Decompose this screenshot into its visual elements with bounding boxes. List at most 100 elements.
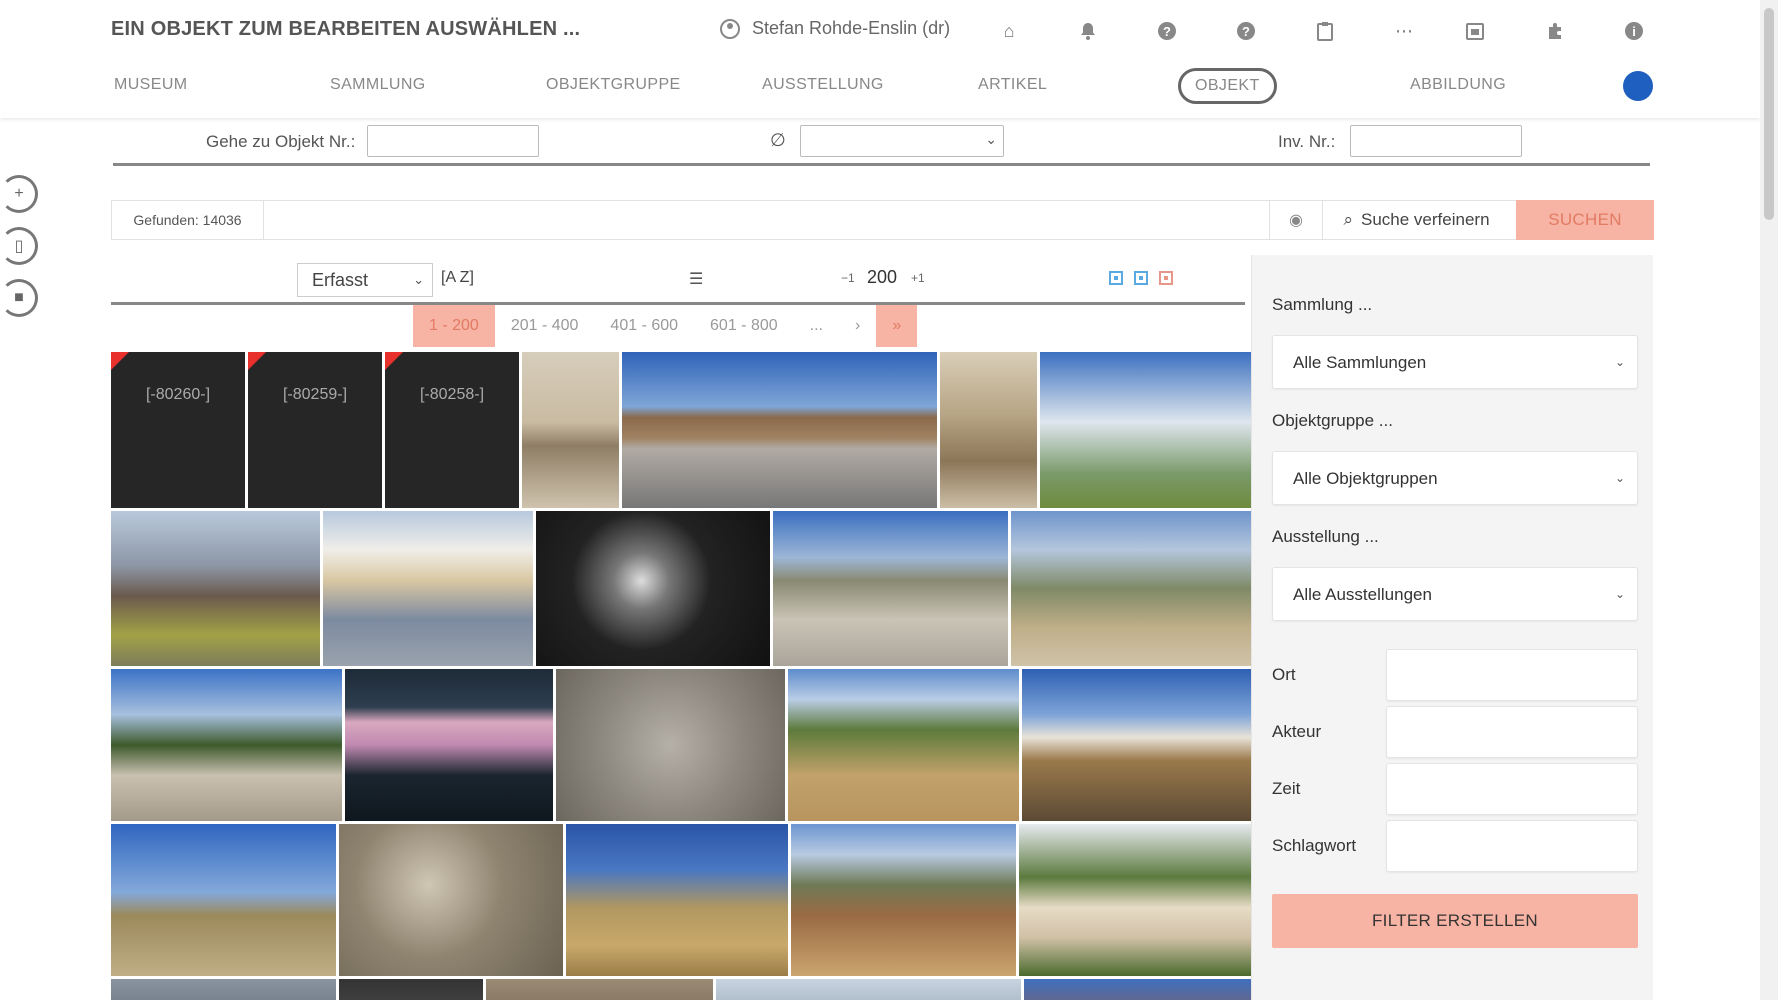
- page-next[interactable]: »: [876, 305, 918, 347]
- thumbnail-image[interactable]: [111, 824, 336, 976]
- thumbnail-image[interactable]: [536, 511, 770, 666]
- thumbnail-id: [-80260-]: [145, 386, 211, 403]
- puzzle-icon[interactable]: [1545, 20, 1567, 42]
- inv-number-input[interactable]: [1350, 125, 1522, 157]
- search-button[interactable]: SUCHEN: [1516, 200, 1654, 240]
- thumbnail-image[interactable]: [1040, 352, 1251, 508]
- thumbnail-missing[interactable]: [-80259-]: [248, 352, 382, 508]
- page-scrollbar[interactable]: [1760, 0, 1778, 1000]
- time-label: Zeit: [1272, 779, 1301, 798]
- group-select[interactable]: Alle Objektgruppen ⌄: [1272, 451, 1638, 505]
- thumbnail-image[interactable]: [486, 979, 713, 1000]
- goto-label: Gehe zu Objekt Nr.:: [206, 132, 356, 151]
- user-menu[interactable]: Stefan Rohde-Enslin (dr): [720, 18, 950, 39]
- chevron-down-icon: ⌄: [1614, 471, 1625, 485]
- thumbnail-image[interactable]: [791, 824, 1016, 976]
- place-input[interactable]: [1386, 649, 1638, 701]
- thumbnail-image[interactable]: [111, 511, 320, 666]
- page-1[interactable]: 1 - 200: [413, 305, 495, 347]
- thumbnail-image[interactable]: [111, 979, 336, 1000]
- thumbnail-image[interactable]: [566, 824, 788, 976]
- collection-label: Sammlung ...: [1272, 295, 1373, 314]
- goto-object-input[interactable]: [367, 125, 539, 157]
- thumbnail-image[interactable]: [1024, 979, 1251, 1000]
- bell-icon[interactable]: [1077, 20, 1099, 42]
- tag-label: Schlagwort: [1272, 836, 1357, 855]
- page-title: EIN OBJEKT ZUM BEARBEITEN AUSWÄHLEN ...: [111, 18, 581, 40]
- page-size-increase[interactable]: +1: [911, 271, 925, 285]
- group-label: Objektgruppe ...: [1272, 411, 1393, 430]
- thumbnail-image[interactable]: [940, 352, 1037, 508]
- thumbnail-image[interactable]: [1022, 669, 1251, 821]
- thumbnail-image[interactable]: [1019, 824, 1251, 976]
- user-name: Stefan Rohde-Enslin (dr): [752, 18, 951, 38]
- page-4[interactable]: 601 - 800: [694, 305, 794, 347]
- thumbnail-image[interactable]: [773, 511, 1008, 666]
- sort-select[interactable]: Erfasst ⌄: [297, 263, 433, 297]
- grid-large-icon[interactable]: [1159, 271, 1173, 285]
- refine-label: Suche verfeinern: [1361, 210, 1490, 229]
- thumbnail-image[interactable]: [339, 824, 563, 976]
- exhibition-label: Ausstellung ...: [1272, 527, 1379, 546]
- search-row: Gefunden: 14036 ◉ ⌕ Suche verfeinern SUC…: [111, 200, 1654, 240]
- delete-button[interactable]: ■: [0, 279, 38, 317]
- page-size-decrease[interactable]: −1: [841, 271, 855, 285]
- scrollbar-thumb[interactable]: [1764, 8, 1774, 220]
- thumbnail-image[interactable]: [716, 979, 1021, 1000]
- tab-ausstellung[interactable]: AUSSTELLUNG: [762, 76, 884, 94]
- tab-objektgruppe[interactable]: OBJEKTGRUPPE: [546, 76, 681, 94]
- thumbnail-missing[interactable]: [-80258-]: [385, 352, 519, 508]
- question-icon[interactable]: ?: [1235, 20, 1257, 42]
- time-input[interactable]: [1386, 763, 1638, 815]
- thumbnail-image[interactable]: [111, 669, 342, 821]
- create-filter-button[interactable]: FILTER ERSTELLEN: [1272, 894, 1638, 948]
- sort-value: Erfasst: [312, 270, 369, 290]
- grid-medium-icon[interactable]: [1134, 271, 1148, 285]
- collection-select[interactable]: Alle Sammlungen ⌄: [1272, 335, 1638, 389]
- sort-direction-toggle[interactable]: [A Z]: [441, 269, 474, 287]
- tag-input[interactable]: [1386, 820, 1638, 872]
- calendar-icon[interactable]: [1464, 20, 1486, 42]
- home-icon[interactable]: ⌂: [998, 20, 1020, 42]
- thumbnail-id: [-80259-]: [282, 386, 348, 403]
- eye-icon[interactable]: ◉: [1269, 201, 1323, 239]
- grid-small-icon[interactable]: [1109, 271, 1123, 285]
- tab-abbildung[interactable]: ABBILDUNG: [1410, 76, 1506, 94]
- thumbnail-image[interactable]: [622, 352, 937, 508]
- brand-circle[interactable]: [1623, 71, 1653, 101]
- page-ellipsis[interactable]: ...: [793, 305, 839, 347]
- thumbnail-image[interactable]: [345, 669, 553, 821]
- thumbnail-image[interactable]: [323, 511, 533, 666]
- tab-museum[interactable]: MUSEUM: [114, 76, 188, 94]
- thumbnail-image[interactable]: [788, 669, 1019, 821]
- more-icon[interactable]: ⋯: [1393, 20, 1415, 42]
- actor-input[interactable]: [1386, 706, 1638, 758]
- list-toolbar: Erfasst ⌄ [A Z] ☰ −1 200 +1: [111, 255, 1245, 305]
- refine-search-button[interactable]: ⌕ Suche verfeinern: [1324, 201, 1509, 239]
- list-view-icon[interactable]: ☰: [689, 269, 703, 289]
- thumbnail-image[interactable]: [556, 669, 785, 821]
- filter-panel: Sammlung ... Alle Sammlungen ⌄ Objektgru…: [1251, 255, 1653, 1000]
- search-input[interactable]: [265, 201, 1267, 239]
- help-icon[interactable]: ?: [1156, 20, 1178, 42]
- goto-select[interactable]: ⌄: [800, 125, 1004, 157]
- tab-artikel[interactable]: ARTIKEL: [978, 76, 1047, 94]
- actor-label: Akteur: [1272, 722, 1322, 741]
- page-2[interactable]: 201 - 400: [494, 305, 595, 347]
- book-button[interactable]: ▯: [0, 227, 38, 265]
- page-next-single[interactable]: ›: [838, 305, 877, 347]
- add-button[interactable]: +: [0, 175, 38, 213]
- exhibition-select[interactable]: Alle Ausstellungen ⌄: [1272, 567, 1638, 621]
- thumbnail-image[interactable]: [1011, 511, 1251, 666]
- empty-filter-icon[interactable]: ∅: [770, 130, 786, 151]
- thumbnail-image[interactable]: [339, 979, 483, 1000]
- clipboard-icon[interactable]: [1314, 20, 1336, 42]
- place-label: Ort: [1272, 665, 1296, 684]
- tab-objekt[interactable]: OBJEKT: [1178, 68, 1277, 104]
- info-icon[interactable]: i: [1623, 20, 1645, 42]
- page-3[interactable]: 401 - 600: [594, 305, 695, 347]
- thumbnail-id: [-80258-]: [419, 386, 485, 403]
- thumbnail-image[interactable]: [522, 352, 619, 508]
- thumbnail-missing[interactable]: [-80260-]: [111, 352, 245, 508]
- tab-sammlung[interactable]: SAMMLUNG: [330, 76, 426, 94]
